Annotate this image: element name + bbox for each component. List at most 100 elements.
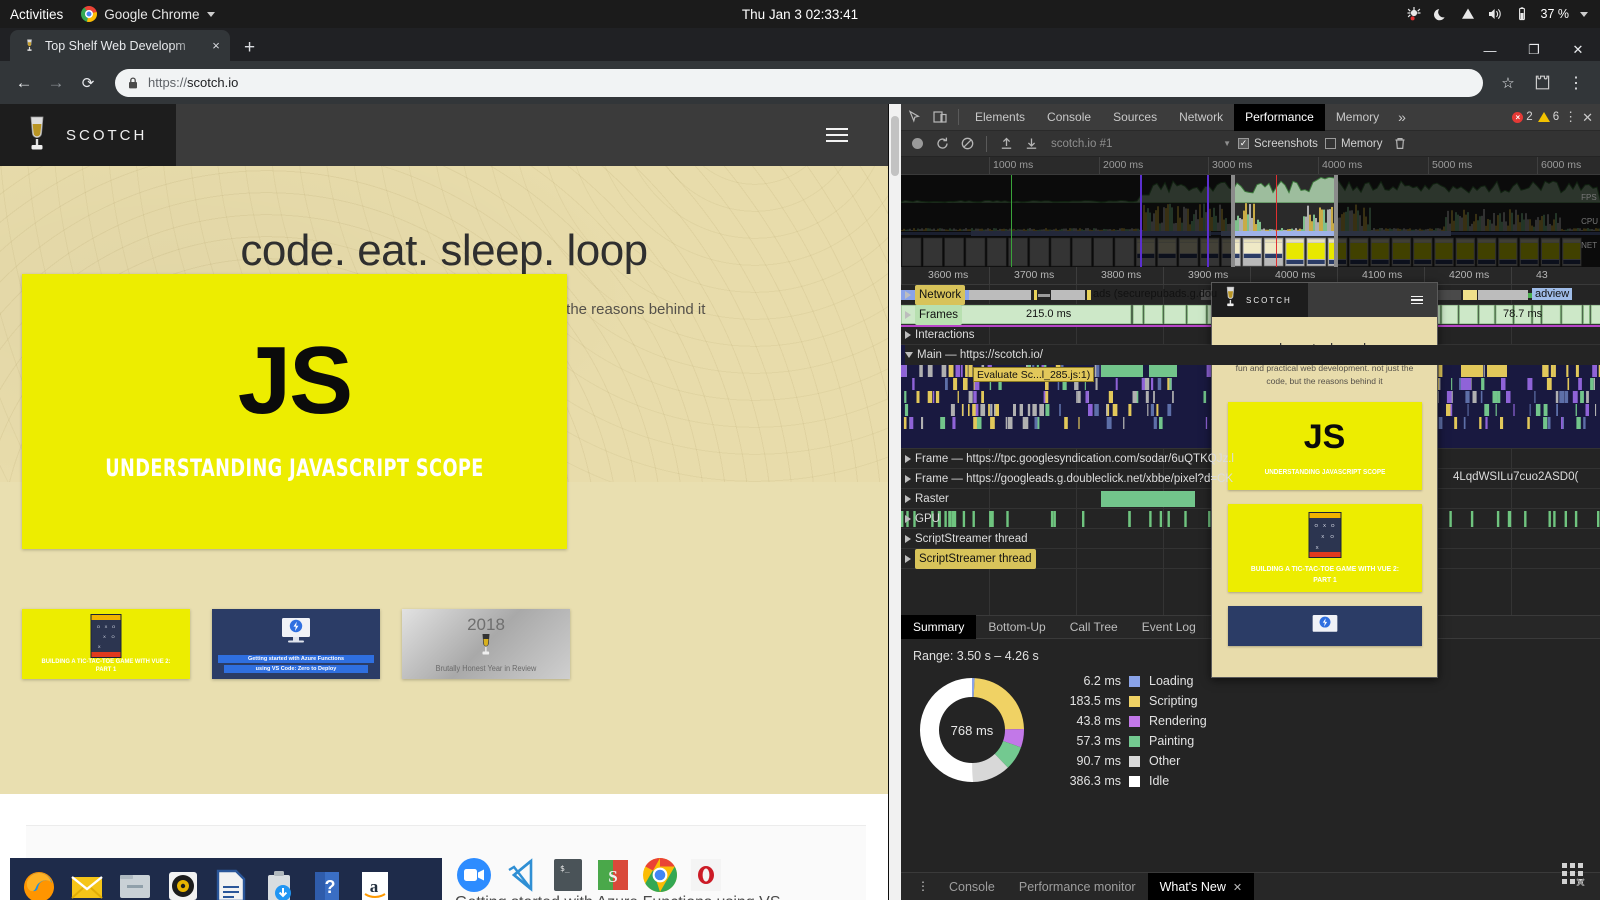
tab-memory[interactable]: Memory (1325, 104, 1390, 131)
record-button[interactable] (906, 133, 928, 155)
firefox-icon[interactable] (15, 862, 63, 900)
expand-icon[interactable] (905, 555, 911, 563)
expand-icon[interactable] (905, 291, 911, 299)
tab-summary[interactable]: Summary (901, 615, 977, 639)
collapse-icon[interactable] (905, 352, 913, 358)
error-count-badge[interactable]: × 2 (1512, 111, 1533, 123)
rhythmbox-icon[interactable] (159, 862, 207, 900)
opera-icon[interactable] (689, 857, 723, 898)
warning-count-badge[interactable]: 6 (1537, 111, 1559, 123)
minimize-button[interactable]: — (1468, 43, 1512, 58)
track-title[interactable]: Main — https://scotch.io/ (905, 345, 1600, 365)
back-button[interactable]: ← (9, 68, 39, 98)
browser-tab[interactable]: Top Shelf Web Developm × (10, 30, 230, 61)
expand-icon[interactable] (905, 515, 911, 523)
track-title[interactable]: ScriptStreamer thread (905, 529, 1028, 549)
sublime-icon[interactable]: S (595, 857, 631, 898)
track-title[interactable]: Frame — https://googleads.g.doubleclick.… (905, 469, 1233, 489)
raster-bar[interactable] (1101, 491, 1195, 507)
article-card[interactable]: Getting started with Azure Functions usi… (212, 609, 380, 679)
article-card[interactable]: OXOXOX BUILDING A TIC-TAC-TOE GAME WITH … (22, 609, 190, 679)
drawer-tab-whats-new[interactable]: What's New ✕ (1147, 872, 1255, 900)
clear-button[interactable] (956, 133, 978, 155)
clock[interactable]: Thu Jan 3 02:33:41 (0, 7, 1600, 22)
drawer-menu-icon[interactable]: ⋮ (909, 880, 937, 892)
libreoffice-writer-icon[interactable] (207, 862, 255, 900)
files-icon[interactable] (111, 862, 159, 900)
tab-elements[interactable]: Elements (964, 104, 1036, 131)
expand-icon[interactable] (905, 311, 911, 319)
chrome-menu-icon[interactable]: ⋮ (1561, 68, 1591, 98)
help-icon[interactable]: ? (303, 862, 351, 900)
featured-article-card[interactable]: JS UNDERSTANDING JAVASCRIPT SCOPE (22, 274, 567, 549)
article-card[interactable]: 2018 Brutally Honest Year in Review (402, 609, 570, 679)
tab-network[interactable]: Network (1168, 104, 1234, 131)
tab-call-tree[interactable]: Call Tree (1058, 615, 1130, 639)
overview-resize-handle-right[interactable] (1334, 175, 1338, 267)
devtools-menu-icon[interactable]: ⋮ (1564, 110, 1577, 123)
devtools-close-icon[interactable]: ✕ (1582, 111, 1593, 124)
load-profile-button[interactable] (995, 133, 1017, 155)
expand-icon[interactable] (905, 475, 911, 483)
zoom-icon[interactable] (455, 856, 493, 899)
close-icon[interactable]: ✕ (1233, 882, 1242, 894)
wifi-icon[interactable] (1460, 6, 1476, 22)
volume-icon[interactable] (1487, 6, 1503, 22)
overview-body[interactable]: FPS CPU NET (901, 175, 1600, 267)
track-title[interactable]: GPU (905, 509, 940, 529)
battery-icon[interactable] (1514, 6, 1530, 22)
moon-icon[interactable] (1433, 6, 1449, 22)
trash-icon[interactable] (1389, 133, 1411, 155)
site-logo[interactable]: SCOTCH (0, 104, 176, 166)
track-title[interactable]: ScriptStreamer thread (905, 549, 1036, 569)
memory-checkbox[interactable]: Memory (1324, 138, 1382, 150)
more-tabs-icon[interactable]: » (1390, 109, 1414, 125)
software-updater-icon[interactable] (255, 862, 303, 900)
flame-event-evaluate-script[interactable]: Evaluate Sc...l_285.js:1) (973, 367, 1095, 382)
tab-close-icon[interactable]: × (208, 39, 224, 52)
reload-and-record-button[interactable] (931, 133, 953, 155)
new-tab-button[interactable]: + (244, 38, 255, 57)
inspect-icon[interactable] (901, 104, 927, 130)
track-title[interactable]: Raster (905, 489, 949, 509)
tab-performance[interactable]: Performance (1234, 103, 1325, 131)
window-switcher-overlay[interactable]: $_ S (455, 856, 723, 899)
expand-icon[interactable] (905, 331, 911, 339)
terminal-icon[interactable]: $_ (551, 857, 585, 898)
save-profile-button[interactable] (1020, 133, 1042, 155)
site-menu-icon[interactable] (826, 128, 848, 142)
track-title[interactable]: Frames (905, 305, 962, 325)
tab-bottom-up[interactable]: Bottom-Up (976, 615, 1057, 639)
device-toolbar-icon[interactable] (927, 104, 953, 130)
devtools-left-scrollbar[interactable] (889, 104, 901, 900)
track-title[interactable]: Network (905, 285, 966, 305)
taskbar[interactable]: ? a (10, 858, 442, 900)
expand-icon[interactable] (905, 495, 911, 503)
forward-button[interactable]: → (41, 68, 71, 98)
track-title[interactable]: Frame — https://tpc.googlesyndication.co… (905, 449, 1234, 469)
chrome-icon[interactable] (641, 856, 679, 899)
bug-icon[interactable] (1406, 6, 1422, 22)
timeline-overview[interactable]: 1000 ms 2000 ms 3000 ms 4000 ms 5000 ms … (901, 157, 1600, 267)
tab-console[interactable]: Console (1036, 104, 1102, 131)
track-title[interactable]: Interactions (905, 325, 974, 345)
bookmark-star-icon[interactable]: ☆ (1493, 68, 1523, 98)
profile-selector[interactable]: scotch.io #1 ▼ (1051, 138, 1231, 150)
address-bar[interactable]: https://scotch.io (115, 68, 1483, 97)
tab-event-log[interactable]: Event Log (1130, 615, 1208, 639)
reload-button[interactable]: ⟳ (73, 68, 103, 98)
drawer-tab-performance-monitor[interactable]: Performance monitor (1007, 873, 1148, 900)
show-applications-icon[interactable] (1560, 860, 1586, 887)
amazon-icon[interactable]: a (351, 862, 399, 900)
expand-icon[interactable] (905, 455, 911, 463)
close-window-button[interactable]: ✕ (1556, 42, 1600, 58)
tab-sources[interactable]: Sources (1102, 104, 1168, 131)
drawer-tab-console[interactable]: Console (937, 873, 1007, 900)
expand-icon[interactable] (905, 535, 911, 543)
overview-resize-handle-left[interactable] (1231, 175, 1235, 267)
thunderbird-icon[interactable] (63, 862, 111, 900)
puzzle-icon[interactable] (1527, 68, 1557, 98)
maximize-button[interactable]: ❐ (1512, 42, 1556, 58)
vscode-icon[interactable] (503, 856, 541, 899)
screenshots-checkbox[interactable]: ✓ Screenshots (1238, 138, 1318, 150)
